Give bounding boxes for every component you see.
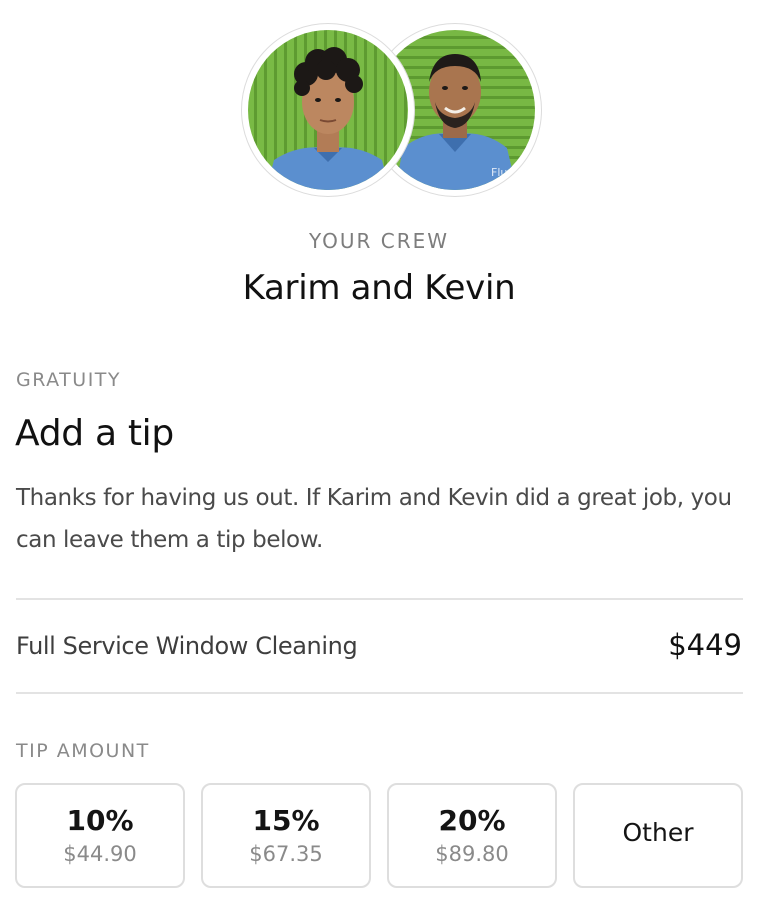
gratuity-section-label: GRATUITY <box>16 369 122 391</box>
tip-percent: 15% <box>252 804 320 837</box>
service-name: Full Service Window Cleaning <box>16 632 358 660</box>
tip-other-label: Other <box>622 818 694 847</box>
divider <box>16 692 743 694</box>
divider <box>16 598 743 600</box>
tip-amount: $89.80 <box>435 842 509 866</box>
tip-option-10-percent[interactable]: 10% $44.90 <box>15 783 185 888</box>
shirt-logo-text: Flu <box>491 166 507 179</box>
tip-amount-label: TIP AMOUNT <box>16 740 150 762</box>
tip-percent: 20% <box>438 804 506 837</box>
tip-amount: $44.90 <box>63 842 137 866</box>
tip-description: Thanks for having us out. If Karim and K… <box>16 485 732 553</box>
tip-percent: 10% <box>66 804 134 837</box>
crew-photo-karim <box>248 30 408 190</box>
tip-title: Add a tip <box>15 413 174 454</box>
tip-option-15-percent[interactable]: 15% $67.35 <box>201 783 371 888</box>
crew-avatar-karim <box>241 23 415 197</box>
tip-amount: $67.35 <box>249 842 323 866</box>
tip-option-20-percent[interactable]: 20% $89.80 <box>387 783 557 888</box>
crew-names: Karim and Kevin <box>242 268 516 308</box>
crew-label: YOUR CREW <box>308 229 450 253</box>
service-price: $449 <box>668 628 742 662</box>
tip-option-other[interactable]: Other <box>573 783 743 888</box>
